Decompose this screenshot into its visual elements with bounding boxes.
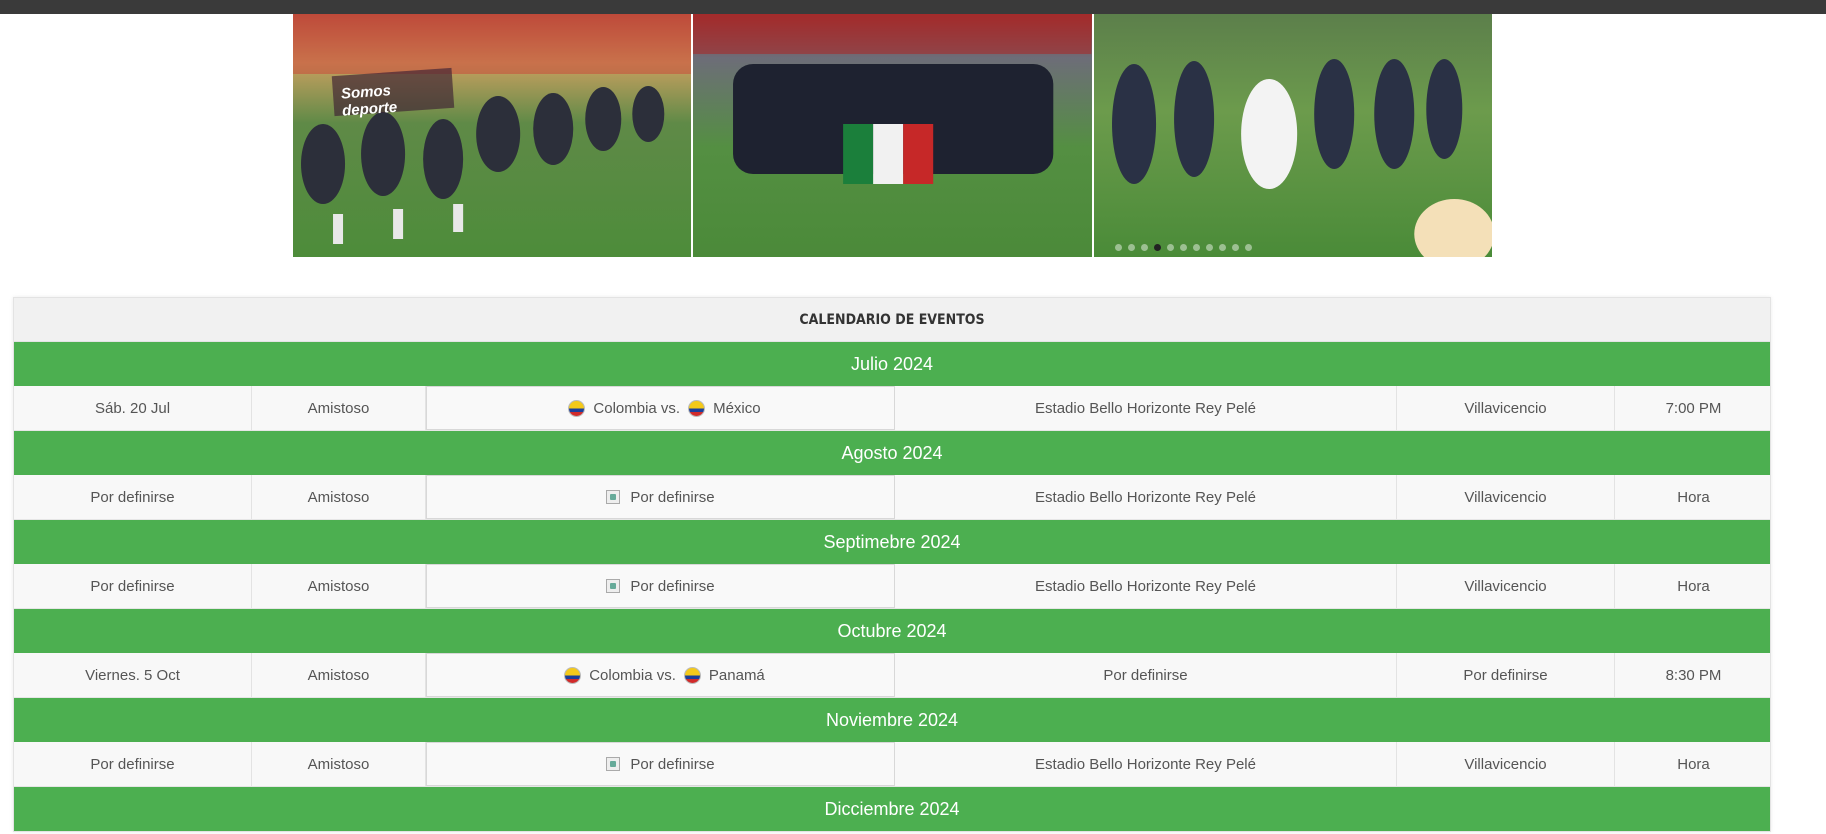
photo-carousel[interactable]: Somos deporte: [293, 14, 1492, 257]
month-header: Julio 2024: [14, 342, 1770, 386]
banner-text: Somos deporte: [331, 67, 455, 120]
event-row: Por definirse Amistoso Por definirse Estadi…: [14, 564, 1770, 609]
event-type: Amistoso: [252, 475, 426, 519]
team-group-illustration: [693, 14, 1092, 184]
month-header: Septimebre 2024: [14, 520, 1770, 564]
carousel-dot[interactable]: [1154, 244, 1161, 251]
event-time: 8:30 PM: [1665, 666, 1722, 684]
event-time: 7:00 PM: [1665, 399, 1722, 417]
broken-image-icon: [606, 490, 621, 504]
event-time: Hora: [1677, 755, 1710, 773]
colombia-flag-icon: [688, 399, 706, 417]
event-stadium: Por definirse: [895, 653, 1397, 697]
event-match: Por definirse: [426, 742, 895, 786]
month-header: Dicciembre 2024: [14, 787, 1770, 831]
match-label: Por definirse: [630, 755, 715, 773]
events-calendar: CALENDARIO DE EVENTOS Julio 2024 Sáb. 20 …: [13, 297, 1771, 832]
event-city: Por definirse: [1397, 653, 1615, 697]
top-bar: [0, 0, 1826, 14]
broken-image-icon: [606, 579, 621, 593]
event-time: Hora: [1677, 488, 1710, 506]
event-match: Por definirse: [426, 475, 895, 519]
event-type: Amistoso: [252, 564, 426, 608]
away-team: Panamá: [708, 666, 765, 684]
month-header: Octubre 2024: [14, 609, 1770, 653]
event-city: Villavicencio: [1397, 564, 1615, 608]
event-city: Villavicencio: [1397, 475, 1615, 519]
carousel-dot[interactable]: [1128, 244, 1135, 251]
event-city: Villavicencio: [1397, 386, 1615, 430]
event-match: Colombia vs. Panamá: [426, 653, 895, 697]
carousel-slide[interactable]: [1093, 14, 1492, 257]
colombia-flag-icon: [568, 399, 586, 417]
carousel-dot[interactable]: [1115, 244, 1122, 251]
event-date: Sáb. 20 Jul: [14, 386, 252, 430]
event-row: Por definirse Amistoso Por definirse Estadi…: [14, 742, 1770, 787]
team-with-mascot-illustration: [1111, 59, 1492, 257]
event-type: Amistoso: [252, 742, 426, 786]
event-stadium: Estadio Bello Horizonte Rey Pelé: [895, 475, 1397, 519]
carousel-pagination[interactable]: [1115, 244, 1252, 251]
carousel-dot[interactable]: [1245, 244, 1252, 251]
event-time: Hora: [1677, 577, 1710, 595]
event-date: Por definirse: [14, 564, 252, 608]
players-stretching-illustration: [293, 14, 692, 244]
event-type: Amistoso: [252, 653, 426, 697]
carousel-dot[interactable]: [1180, 244, 1187, 251]
carousel-dot[interactable]: [1167, 244, 1174, 251]
event-row: Por definirse Amistoso Por definirse Estadi…: [14, 475, 1770, 520]
broken-image-icon: [606, 757, 621, 771]
event-date: Viernes. 5 Oct: [14, 653, 252, 697]
match-label: Por definirse: [630, 488, 715, 506]
month-header: Noviembre 2024: [14, 698, 1770, 742]
event-match: Colombia vs. México: [426, 386, 895, 430]
carousel-dot[interactable]: [1232, 244, 1239, 251]
month-header: Agosto 2024: [14, 431, 1770, 475]
event-stadium: Estadio Bello Horizonte Rey Pelé: [895, 386, 1397, 430]
match-label: Por definirse: [630, 577, 715, 595]
carousel-dot[interactable]: [1206, 244, 1213, 251]
colombia-flag-icon: [564, 666, 582, 684]
carousel-slide[interactable]: [693, 14, 1092, 257]
carousel-slide[interactable]: Somos deporte: [293, 14, 692, 257]
carousel-dot[interactable]: [1219, 244, 1226, 251]
event-match: Por definirse: [426, 564, 895, 608]
event-stadium: Estadio Bello Horizonte Rey Pelé: [895, 742, 1397, 786]
colombia-flag-icon: [683, 666, 701, 684]
carousel-dot[interactable]: [1141, 244, 1148, 251]
event-date: Por definirse: [14, 742, 252, 786]
home-team: Colombia vs.: [589, 666, 676, 684]
calendar-title: CALENDARIO DE EVENTOS: [14, 298, 1770, 342]
away-team: México: [713, 399, 761, 417]
carousel-dot[interactable]: [1193, 244, 1200, 251]
event-row: Sáb. 20 Jul Amistoso Colombia vs. México Est…: [14, 386, 1770, 431]
event-type: Amistoso: [252, 386, 426, 430]
event-city: Villavicencio: [1397, 742, 1615, 786]
event-stadium: Estadio Bello Horizonte Rey Pelé: [895, 564, 1397, 608]
event-date: Por definirse: [14, 475, 252, 519]
event-row: Viernes. 5 Oct Amistoso Colombia vs. Panamá…: [14, 653, 1770, 698]
home-team: Colombia vs.: [593, 399, 681, 417]
